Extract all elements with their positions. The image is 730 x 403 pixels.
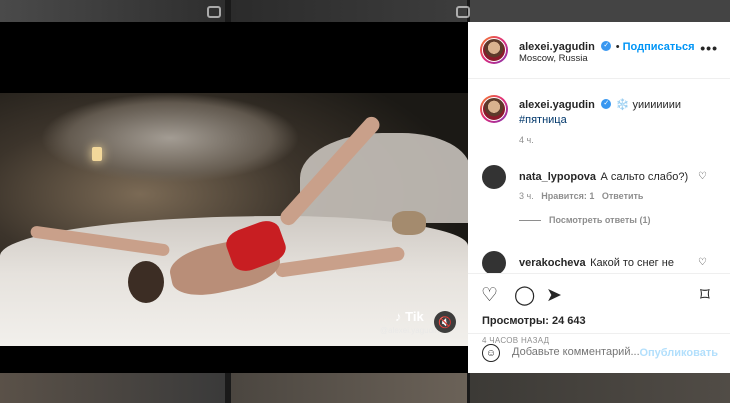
post-comment-button[interactable]: Опубликовать (639, 347, 718, 359)
follow-button[interactable]: Подписаться (623, 41, 695, 53)
heart-icon[interactable]: ♡ (698, 171, 707, 182)
caption-username[interactable]: alexei.yagudin (519, 99, 595, 111)
garden-lamp (92, 147, 102, 161)
comment-composer: ☺ Опубликовать (468, 333, 730, 373)
heart-icon[interactable]: ♡ (481, 284, 498, 307)
background-post-tile (231, 373, 467, 403)
comment-text: А сальто слабо?) (600, 171, 689, 183)
share-icon[interactable]: ➤ (546, 284, 562, 307)
caption-age: 4 ч. (519, 135, 534, 145)
post-username[interactable]: alexei.yagudin (519, 41, 595, 53)
comment-likes[interactable]: Нравится: 1 (541, 191, 594, 201)
verified-icon: ✓ (601, 40, 612, 51)
comment-input[interactable] (512, 346, 642, 358)
post-header: alexei.yagudin ✓ • Подписаться Moscow, R… (468, 22, 730, 79)
video-type-icon (456, 6, 470, 18)
avatar[interactable] (482, 251, 506, 273)
tiktok-handle: @alexei.yagudin (380, 326, 440, 335)
video-type-icon (207, 6, 221, 18)
comment-text: Какой то снег не (590, 257, 674, 269)
avatar[interactable] (480, 95, 508, 123)
background-post-tile (231, 0, 467, 22)
emoji-icon[interactable]: ☺ (482, 344, 500, 362)
comment-username[interactable]: nata_lypopova (519, 171, 596, 183)
post-sidebar: alexei.yagudin ✓ • Подписаться Moscow, R… (468, 22, 730, 373)
comment-age: 3 ч. (519, 191, 534, 201)
post-location[interactable]: Moscow, Russia (519, 53, 588, 64)
person-in-snow (29, 113, 406, 323)
views-count[interactable]: Просмотры: 24 643 (482, 315, 586, 327)
snowy-tree (40, 93, 300, 183)
verified-icon: ✓ (601, 98, 612, 109)
background-post-tile (470, 0, 730, 22)
caption-text: ❄️ уиииииии (615, 99, 681, 111)
video-player[interactable]: ♪ Tik @alexei.yagudin 🔇 (0, 93, 468, 346)
avatar[interactable] (482, 165, 506, 189)
avatar[interactable] (480, 36, 508, 64)
instagram-post-modal: ♪ Tik @alexei.yagudin 🔇 alexei.yagudin ✓… (0, 0, 730, 403)
comment-icon[interactable]: ◯ (514, 284, 535, 307)
mute-icon[interactable]: 🔇 (434, 311, 456, 333)
comments-list: alexei.yagudin ✓ ❄️ уиииииии #пятница 4 … (468, 79, 730, 273)
caption-hashtag[interactable]: #пятница (519, 114, 567, 126)
save-icon[interactable]: ⌑ (700, 284, 710, 307)
media-area: ♪ Tik @alexei.yagudin 🔇 (0, 22, 468, 373)
tiktok-icon: ♪ Tik (395, 309, 424, 324)
background-post-tile (0, 0, 225, 22)
background-post-tile (470, 373, 730, 403)
reply-button[interactable]: Ответить (602, 191, 644, 201)
heart-icon[interactable]: ♡ (698, 257, 707, 268)
background-post-tile (0, 373, 225, 403)
view-replies-button[interactable]: Посмотреть ответы (1) (519, 215, 650, 225)
comment-username[interactable]: verakocheva (519, 257, 586, 269)
more-icon[interactable]: ••• (700, 40, 718, 56)
dog (392, 211, 426, 235)
